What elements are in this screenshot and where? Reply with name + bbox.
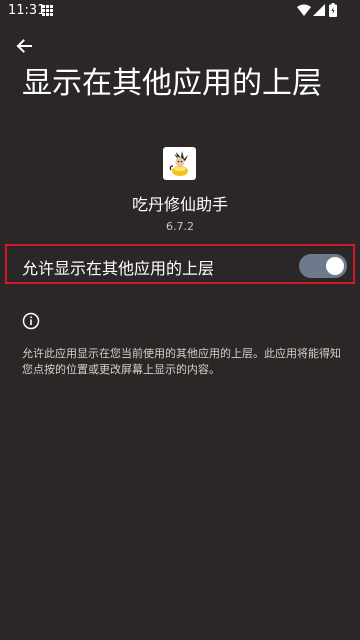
app-name: 吃丹修仙助手 xyxy=(131,195,228,214)
overlay-permission-description: 允许此应用显示在您当前使用的其他应用的上层。此应用将能得知您点按的位置或更改屏幕… xyxy=(22,347,341,376)
allow-overlay-toggle[interactable] xyxy=(299,254,347,278)
back-arrow-icon xyxy=(16,39,32,53)
app-logo-icon xyxy=(163,147,196,180)
back-button[interactable] xyxy=(10,32,38,60)
wifi-icon xyxy=(297,4,311,16)
allow-overlay-setting-row[interactable]: 允许显示在其他应用的上层 xyxy=(5,244,355,284)
battery-icon xyxy=(329,3,337,17)
app-version: 6.7.2 xyxy=(166,220,194,233)
grid-notification-icon xyxy=(42,5,53,16)
allow-overlay-label: 允许显示在其他应用的上层 xyxy=(22,259,215,278)
toggle-thumb xyxy=(326,257,344,275)
signal-icon xyxy=(313,4,325,16)
info-icon xyxy=(22,312,40,330)
page-title: 显示在其他应用的上层 xyxy=(22,66,322,101)
status-bar: 11:31 xyxy=(0,0,360,24)
status-time: 11:31 xyxy=(8,3,46,18)
